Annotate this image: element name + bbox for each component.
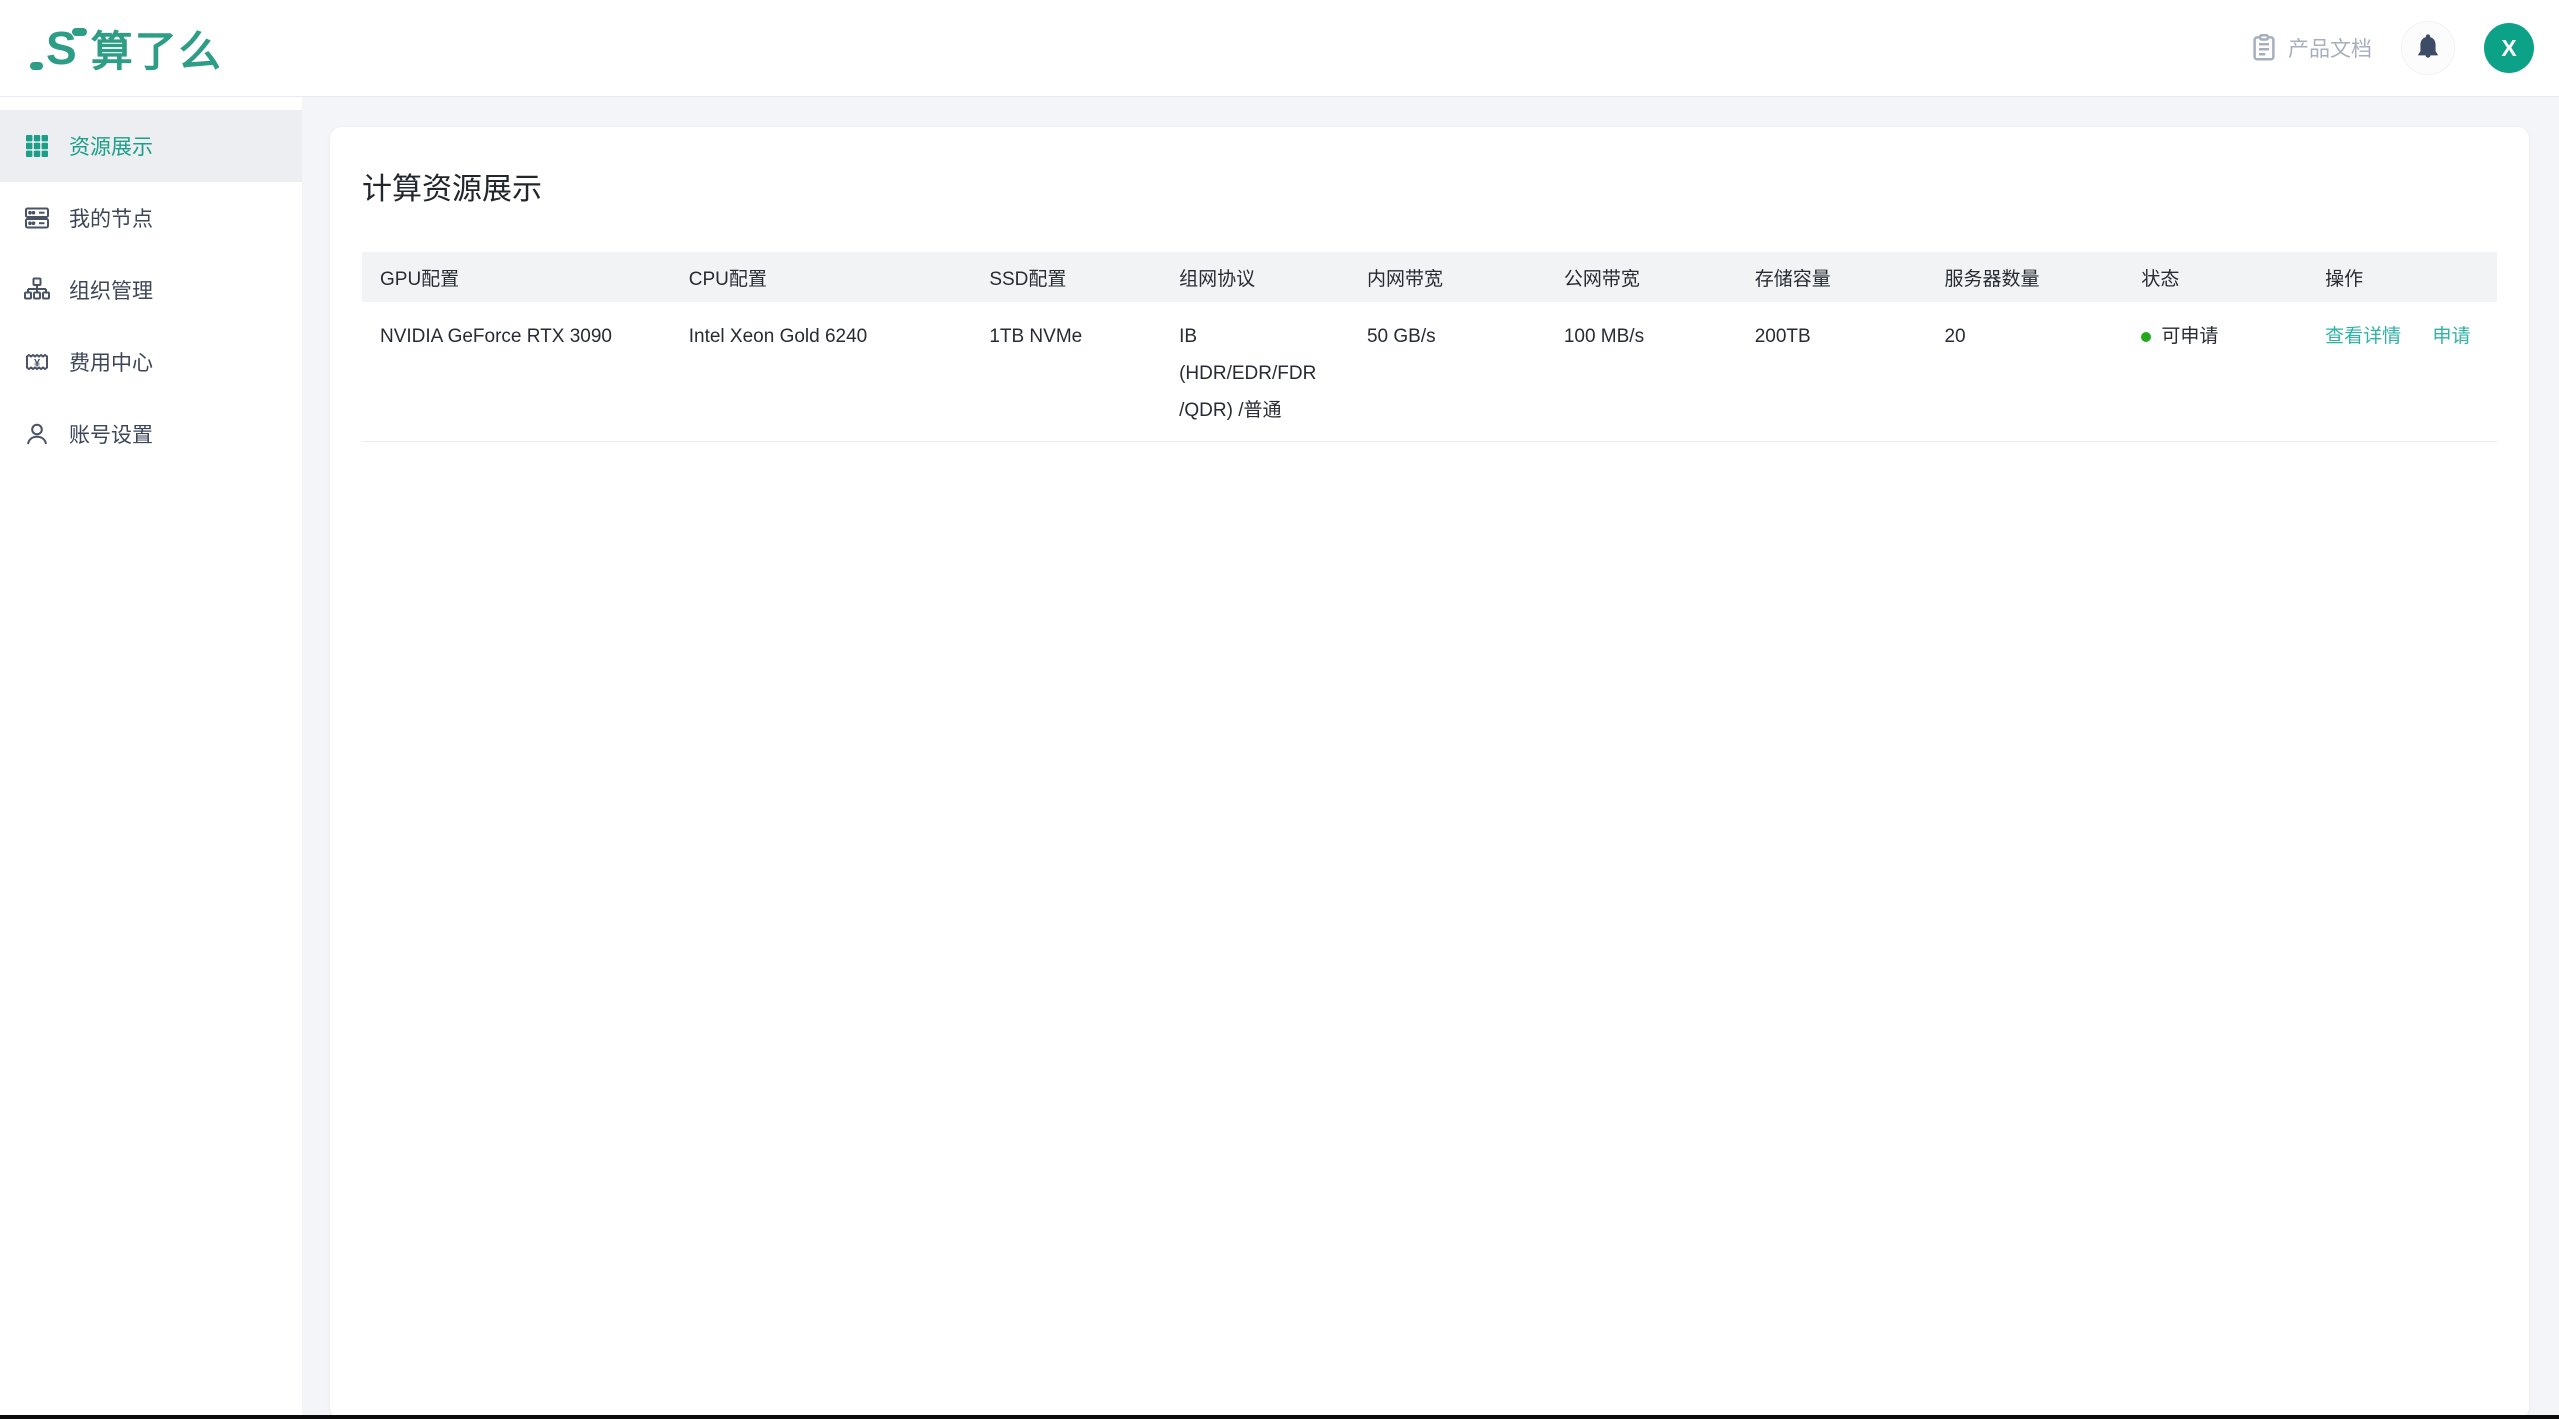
- resource-table: GPU配置 CPU配置 SSD配置 组网协议 内网带宽 公网带宽 存储容量 服务…: [362, 252, 2497, 442]
- user-icon: [23, 420, 51, 448]
- svg-text:¥: ¥: [34, 358, 41, 370]
- notifications-button[interactable]: [2401, 21, 2455, 75]
- table-row: NVIDIA GeForce RTX 3090 Intel Xeon Gold …: [362, 302, 2497, 442]
- status-badge: 可申请: [2161, 326, 2219, 347]
- logo-s-mark: S: [30, 25, 87, 71]
- bottom-edge-bar: [0, 1415, 2559, 1419]
- avatar-initial: X: [2501, 34, 2517, 61]
- top-header: S 算了么 产品文档 X: [0, 0, 2559, 97]
- logo-text: 算了么: [90, 27, 223, 75]
- sidebar-item-label: 账号设置: [69, 424, 153, 447]
- sidebar-item-label: 组织管理: [69, 280, 153, 303]
- col-header-internal-bandwidth: 内网带宽: [1348, 252, 1546, 302]
- product-docs-link[interactable]: 产品文档: [2249, 33, 2372, 63]
- sidebar-item-organization[interactable]: 组织管理: [0, 254, 302, 326]
- clipboard-icon: [2249, 33, 2279, 63]
- cell-internal-bandwidth: 50 GB/s: [1348, 302, 1546, 442]
- col-header-storage: 存储容量: [1736, 252, 1927, 302]
- col-header-ssd: SSD配置: [971, 252, 1162, 302]
- sidebar-item-account[interactable]: 账号设置: [0, 398, 302, 470]
- view-details-link[interactable]: 查看详情: [2325, 326, 2401, 347]
- col-header-actions: 操作: [2307, 252, 2497, 302]
- cell-network: IB (HDR/EDR/FDR /QDR) /普通: [1161, 302, 1349, 442]
- sidebar-item-billing[interactable]: ¥ 费用中心: [0, 326, 302, 398]
- server-icon: [23, 204, 51, 232]
- sitemap-icon: [23, 276, 51, 304]
- sidebar-item-label: 资源展示: [69, 136, 153, 159]
- header-actions: 产品文档 X: [2249, 21, 2534, 75]
- sidebar-item-my-nodes[interactable]: 我的节点: [0, 182, 302, 254]
- status-dot-icon: [2141, 331, 2152, 342]
- cell-gpu: NVIDIA GeForce RTX 3090: [362, 302, 671, 442]
- sidebar-item-resources[interactable]: 资源展示: [0, 110, 302, 182]
- cell-public-bandwidth: 100 MB/s: [1545, 302, 1737, 442]
- billing-icon: ¥: [23, 348, 51, 376]
- app-logo[interactable]: S 算了么: [30, 18, 223, 79]
- cell-ssd: 1TB NVMe: [971, 302, 1162, 442]
- cell-actions: 查看详情 申请: [2307, 302, 2497, 442]
- col-header-cpu: CPU配置: [670, 252, 972, 302]
- col-header-status: 状态: [2123, 252, 2308, 302]
- col-header-gpu: GPU配置: [362, 252, 671, 302]
- grid-icon: [23, 132, 51, 160]
- sidebar-item-label: 我的节点: [69, 208, 153, 231]
- col-header-network: 组网协议: [1161, 252, 1349, 302]
- cell-status: 可申请: [2123, 302, 2308, 442]
- content-card: 计算资源展示 GPU配置 CPU配置 SSD配置 组网协议 内网带宽 公网带宽 …: [330, 127, 2529, 1419]
- col-header-server-count: 服务器数量: [1926, 252, 2124, 302]
- apply-link[interactable]: 申请: [2432, 326, 2470, 347]
- col-header-public-bandwidth: 公网带宽: [1545, 252, 1737, 302]
- product-docs-label: 产品文档: [2288, 38, 2372, 61]
- cell-cpu: Intel Xeon Gold 6240: [670, 302, 972, 442]
- table-header-row: GPU配置 CPU配置 SSD配置 组网协议 内网带宽 公网带宽 存储容量 服务…: [362, 252, 2497, 302]
- cell-storage: 200TB: [1736, 302, 1927, 442]
- user-avatar[interactable]: X: [2484, 23, 2534, 73]
- page-title: 计算资源展示: [362, 173, 542, 206]
- sidebar-nav: 资源展示 我的节点 组织管理 ¥ 费用中心 账号设置: [0, 97, 302, 1419]
- bell-icon: [2414, 32, 2442, 65]
- sidebar-item-label: 费用中心: [69, 352, 153, 375]
- cell-server-count: 20: [1926, 302, 2124, 442]
